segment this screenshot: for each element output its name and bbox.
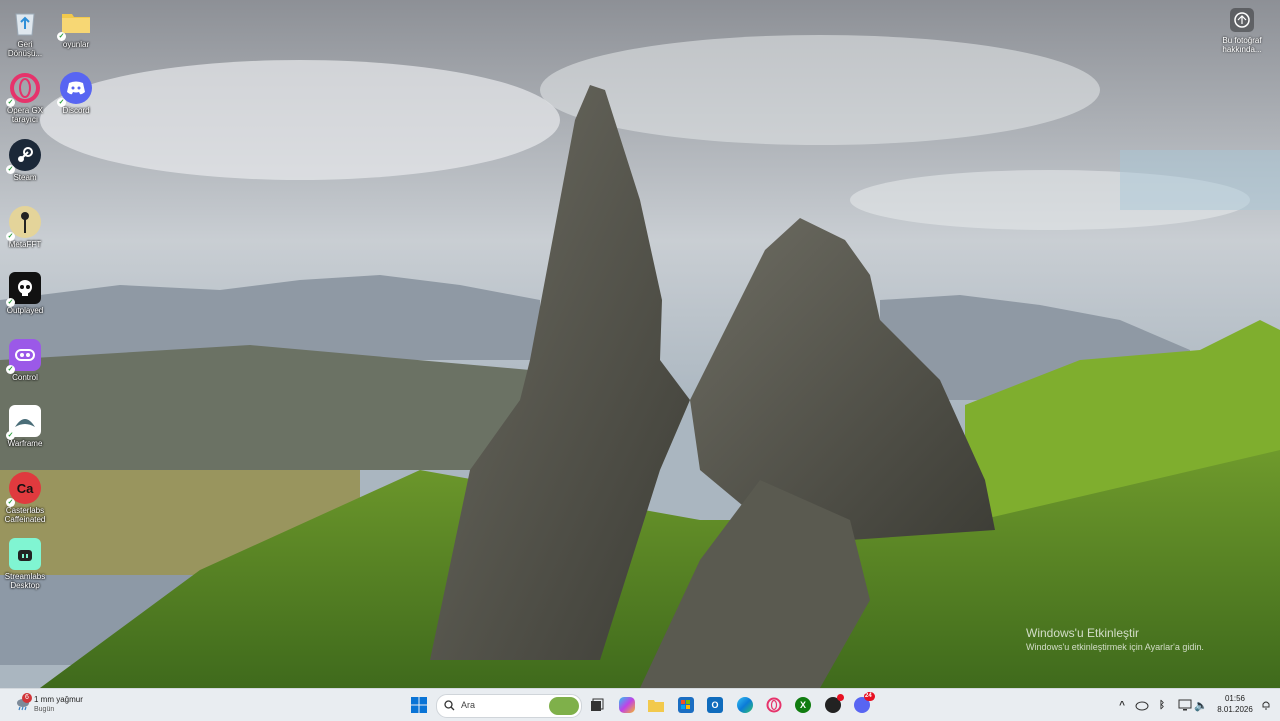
search-icon	[444, 700, 455, 711]
activation-subtitle: Windows'u etkinleştirmek için Ayarlar'a …	[1026, 642, 1204, 652]
sync-check-icon: ✓	[6, 498, 15, 507]
folder-icon: ✓	[57, 6, 92, 41]
streamlabs-icon	[9, 538, 41, 570]
obs-icon[interactable]	[825, 694, 844, 713]
desktop-icon-control[interactable]: ✓ Control	[0, 339, 50, 382]
desktop-icon-label: Discord	[62, 106, 90, 115]
notification-bell-icon[interactable]	[1258, 697, 1274, 713]
system-clock[interactable]: 01:56 8.01.2026	[1212, 693, 1258, 715]
about-photo-label: Bu fotoğraf hakkında...	[1222, 36, 1262, 54]
sync-check-icon: ✓	[6, 165, 15, 174]
casterlabs-icon: Ca ✓	[6, 472, 41, 507]
opera-gx-icon: ✓	[6, 72, 41, 107]
desktop-icon-label: Geri Dönüşü...	[7, 40, 43, 58]
sync-check-icon: ✓	[6, 365, 15, 374]
desktop-icon-label: MetaFFT	[8, 240, 42, 249]
desktop-icon-oyunlar[interactable]: ✓ oyunlar	[51, 6, 101, 49]
clock-date: 8.01.2026	[1217, 705, 1253, 714]
desktop-wallpaper	[0, 0, 1280, 688]
camera-icon	[1230, 8, 1254, 32]
search-highlight-image	[549, 697, 579, 715]
outplayed-icon: ✓	[6, 272, 41, 307]
task-view-icon[interactable]	[589, 697, 605, 713]
search-placeholder: Ara	[461, 700, 476, 710]
microsoft-store-icon[interactable]	[678, 697, 694, 713]
about-photo-button[interactable]: Bu fotoğraf hakkında...	[1212, 8, 1272, 54]
sync-check-icon: ✓	[6, 298, 15, 307]
windows-start-icon[interactable]	[411, 697, 427, 713]
steam-icon: ✓	[6, 139, 41, 174]
desktop-icon-label: Casterlabs Caffeinated	[4, 506, 46, 524]
opera-gx-icon[interactable]	[766, 697, 782, 713]
desktop-icon-label: Steam	[13, 173, 37, 182]
discord-badge: 24	[864, 692, 875, 701]
xbox-icon[interactable]: X	[795, 697, 811, 713]
discord-icon[interactable]: 24	[854, 692, 875, 713]
warframe-icon: ✓	[6, 405, 41, 440]
desktop-icon-warframe[interactable]: ✓ Warframe	[0, 405, 50, 448]
weather-text: 1 mm yağmur	[34, 695, 83, 704]
edge-icon[interactable]	[737, 697, 753, 713]
desktop-icon-label: oyunlar	[62, 40, 90, 49]
discord-icon: ✓	[57, 72, 92, 107]
sync-check-icon: ✓	[57, 32, 66, 41]
desktop-icon-label: Outplayed	[6, 306, 44, 315]
weather-subtext: Bugün	[34, 706, 55, 713]
desktop-icon-metafft[interactable]: ✓ MetaFFT	[0, 206, 50, 249]
desktop-icon-label: Control	[12, 373, 38, 382]
desktop-icon-steam[interactable]: ✓ Steam	[0, 139, 50, 182]
desktop-icon-streamlabs[interactable]: Streamlabs Desktop	[0, 538, 50, 590]
desktop-icon-recycle-bin[interactable]: Geri Dönüşü...	[0, 6, 50, 58]
activation-title: Windows'u Etkinleştir	[1026, 626, 1139, 640]
taskbar-search-box[interactable]: Ara	[436, 694, 582, 718]
outlook-icon[interactable]: O	[707, 697, 723, 713]
sync-check-icon: ✓	[6, 431, 15, 440]
taskbar: 6 1 mm yağmur Bugün Ara O X 24 ^ ᛒ 🔈 01:	[0, 688, 1280, 721]
desktop-icon-casterlabs[interactable]: Ca ✓ Casterlabs Caffeinated	[0, 472, 50, 524]
desktop-icon-label: Warframe	[7, 439, 43, 448]
bluetooth-icon[interactable]: ᛒ	[1154, 697, 1170, 713]
network-icon[interactable]	[1177, 697, 1193, 713]
obs-badge	[837, 694, 844, 701]
volume-icon[interactable]: 🔈	[1193, 697, 1209, 713]
casterlabs-glyph: Ca	[16, 480, 34, 496]
clock-time: 01:56	[1224, 694, 1246, 703]
show-hidden-icons-chevron-icon[interactable]: ^	[1114, 697, 1130, 713]
file-explorer-icon[interactable]	[648, 697, 664, 713]
copilot-icon[interactable]	[619, 697, 635, 713]
desktop-icon-opera-gx[interactable]: ✓ Opera GX tarayıcı	[0, 72, 50, 124]
desktop-icon-discord[interactable]: ✓ Discord	[51, 72, 101, 115]
desktop-icon-label: Opera GX tarayıcı	[6, 106, 43, 124]
sync-check-icon: ✓	[6, 232, 15, 241]
control-icon: ✓	[6, 339, 41, 374]
activation-watermark: Windows'u Etkinleştir Windows'u etkinleş…	[1026, 626, 1204, 652]
weather-badge: 6	[22, 693, 32, 703]
metafft-icon: ✓	[6, 206, 41, 241]
recycle-bin-icon	[9, 6, 41, 38]
desktop-icon-label: Streamlabs Desktop	[4, 572, 46, 590]
desktop-icon-outplayed[interactable]: ✓ Outplayed	[0, 272, 50, 315]
sync-check-icon: ✓	[57, 98, 66, 107]
sync-check-icon: ✓	[6, 98, 15, 107]
cloud-sync-icon[interactable]	[1134, 697, 1150, 713]
